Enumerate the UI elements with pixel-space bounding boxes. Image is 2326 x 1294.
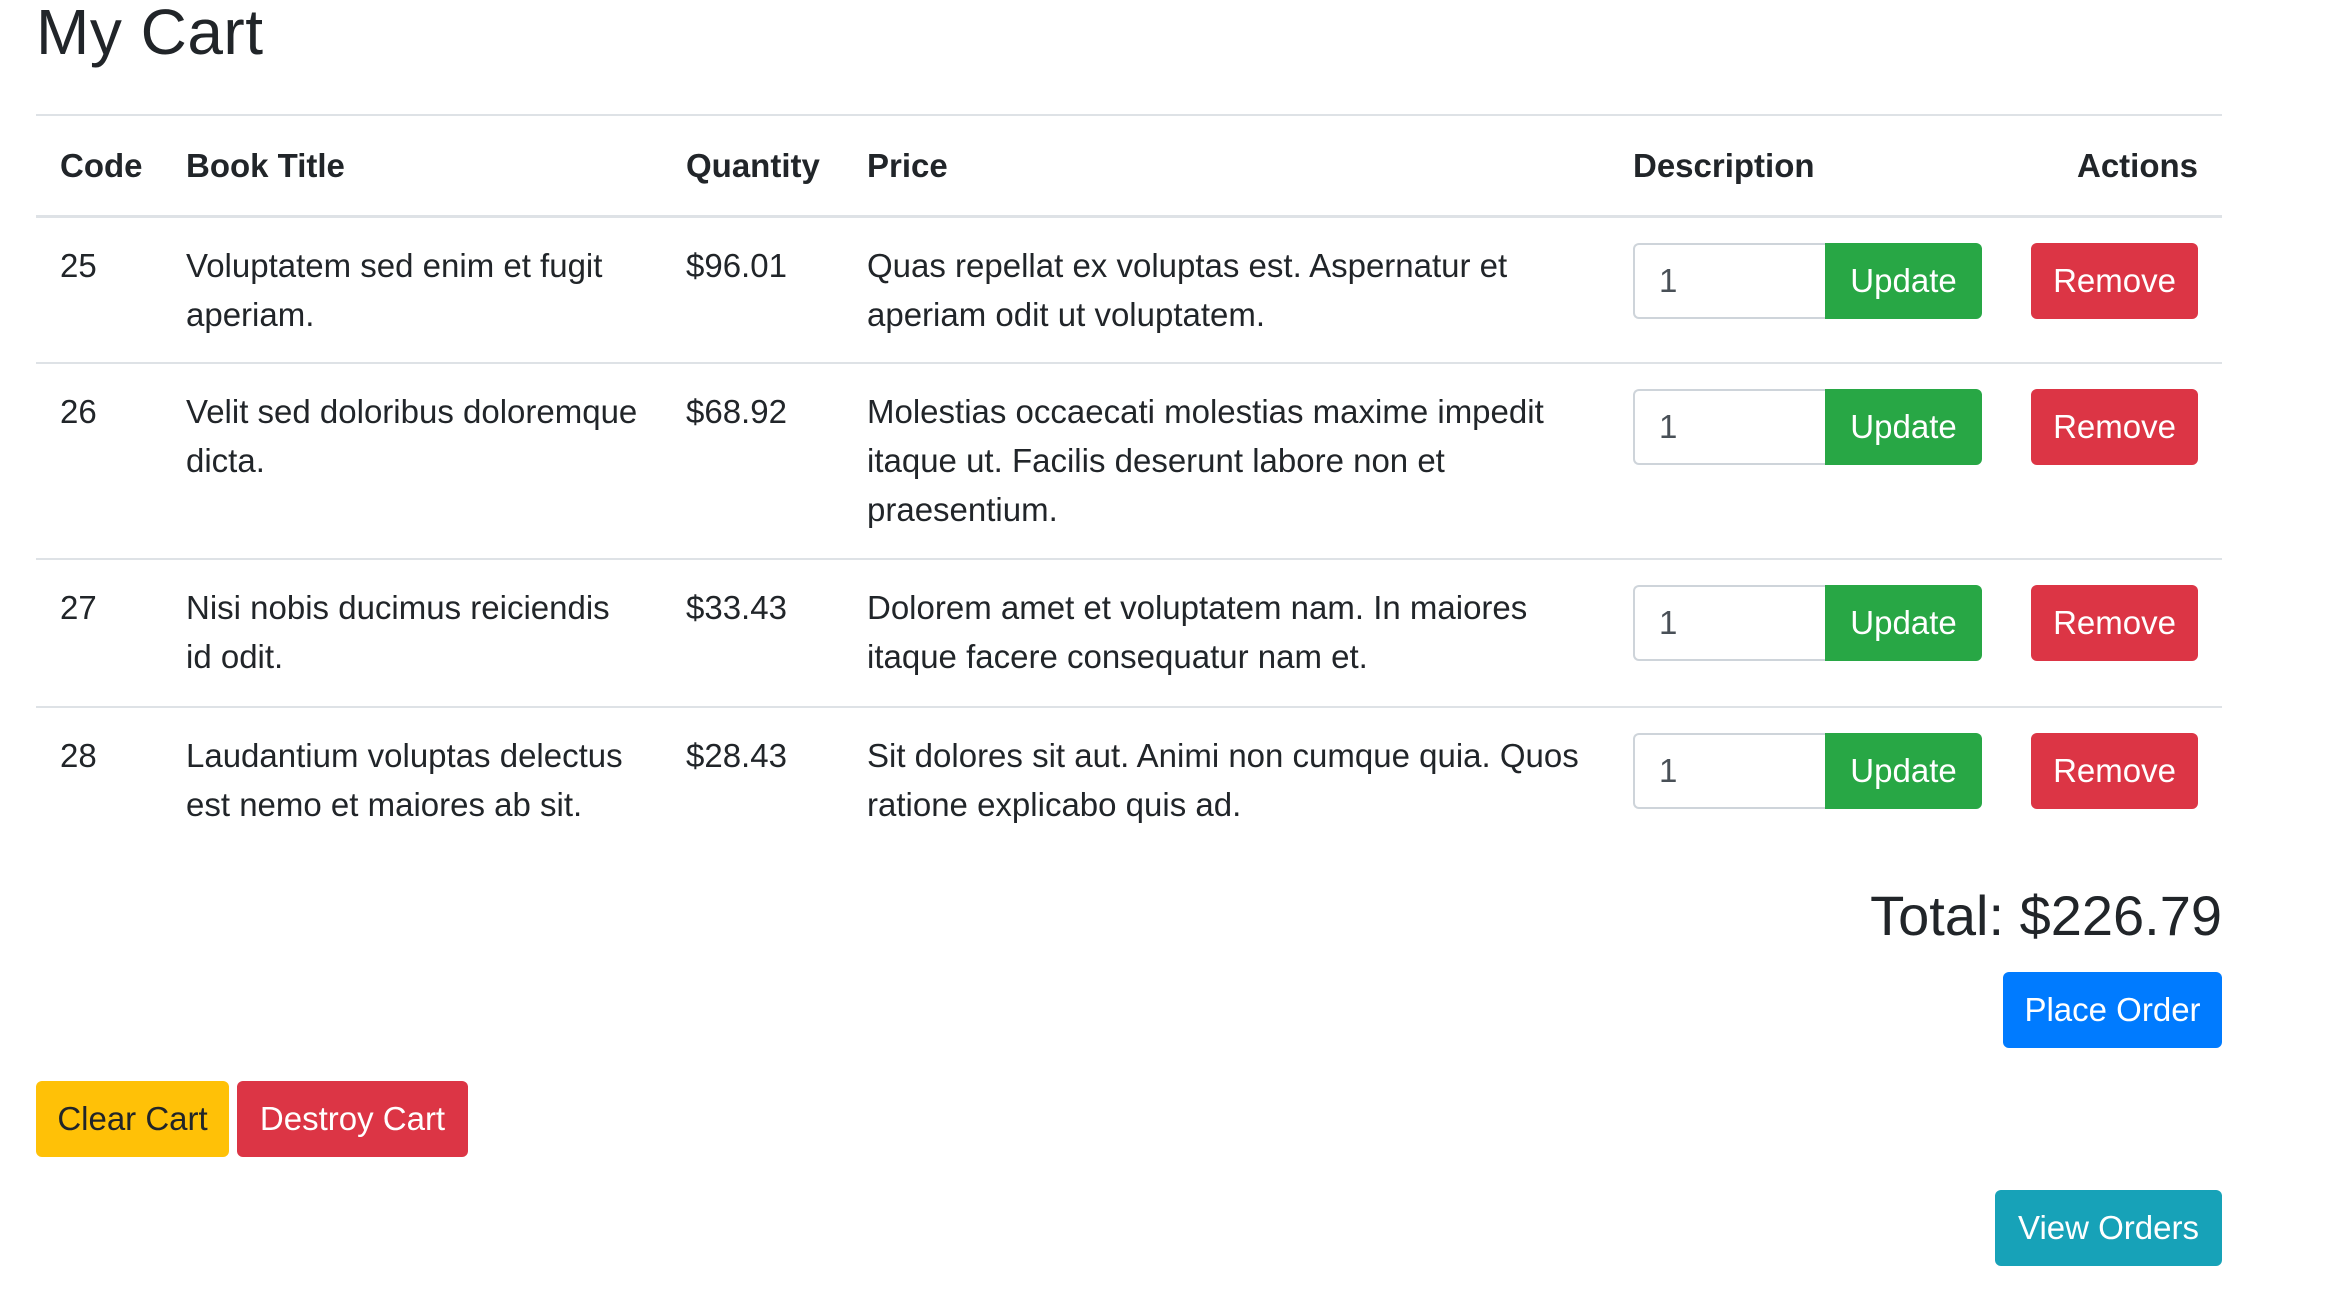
table-row: 28 Laudantium voluptas delectus est nemo… bbox=[36, 707, 2222, 857]
cell-code: 26 bbox=[60, 393, 97, 430]
remove-button[interactable]: Remove bbox=[2031, 389, 2198, 465]
quantity-input-group: Update bbox=[1633, 242, 1982, 319]
cell-controls: Update Remove bbox=[1609, 559, 2222, 707]
quantity-field[interactable] bbox=[1633, 733, 1825, 809]
row-controls: Update Remove bbox=[1633, 387, 2198, 465]
remove-button[interactable]: Remove bbox=[2031, 733, 2198, 809]
quantity-input-group: Update bbox=[1633, 733, 1982, 809]
cart-table-body: 25 Voluptatem sed enim et fugit aperiam.… bbox=[36, 216, 2222, 857]
quantity-input-group: Update bbox=[1633, 585, 1982, 661]
cell-book-title: Nisi nobis ducimus reiciendis id odit. bbox=[186, 589, 610, 675]
quantity-field[interactable] bbox=[1633, 389, 1825, 465]
cell-price: Sit dolores sit aut. Animi non cumque qu… bbox=[867, 737, 1579, 823]
cell-price: Quas repellat ex voluptas est. Aspernatu… bbox=[867, 246, 1508, 333]
cell-controls: Update Remove bbox=[1609, 363, 2222, 559]
table-row: 25 Voluptatem sed enim et fugit aperiam.… bbox=[36, 216, 2222, 363]
clear-cart-button[interactable]: Clear Cart bbox=[36, 1081, 229, 1157]
cell-controls: Update Remove bbox=[1609, 216, 2222, 363]
cell-book-title: Laudantium voluptas delectus est nemo et… bbox=[186, 737, 623, 823]
table-row: 26 Velit sed doloribus doloremque dicta.… bbox=[36, 363, 2222, 559]
column-header-description-actions: Description Actions bbox=[1609, 115, 2222, 216]
destroy-cart-button[interactable]: Destroy Cart bbox=[237, 1081, 468, 1157]
remove-button[interactable]: Remove bbox=[2031, 585, 2198, 661]
quantity-input-group: Update bbox=[1633, 389, 1982, 465]
column-header-actions: Actions bbox=[2076, 146, 2198, 184]
table-row: 27 Nisi nobis ducimus reiciendis id odit… bbox=[36, 559, 2222, 707]
remove-button[interactable]: Remove bbox=[2031, 242, 2198, 319]
header-description-actions-wrap: Description Actions bbox=[1633, 141, 2198, 190]
cell-price: Dolorem amet et voluptatem nam. In maior… bbox=[867, 589, 1528, 675]
cell-quantity: $68.92 bbox=[686, 393, 787, 430]
cell-code: 25 bbox=[60, 246, 97, 284]
place-order-button[interactable]: Place Order bbox=[2003, 972, 2222, 1048]
row-controls: Update Remove bbox=[1633, 731, 2198, 809]
cell-quantity: $33.43 bbox=[686, 589, 787, 626]
row-controls: Update Remove bbox=[1633, 583, 2198, 661]
update-button[interactable]: Update bbox=[1825, 733, 1982, 809]
column-header-book-title: Book Title bbox=[186, 146, 345, 184]
cell-book-title: Voluptatem sed enim et fugit aperiam. bbox=[186, 246, 603, 333]
update-button[interactable]: Update bbox=[1825, 242, 1982, 319]
header-row: Code Book Title Quantity Price Descripti… bbox=[36, 115, 2222, 216]
cell-price: Molestias occaecati molestias maxime imp… bbox=[867, 393, 1544, 528]
update-button[interactable]: Update bbox=[1825, 585, 1982, 661]
cart-table-header: Code Book Title Quantity Price Descripti… bbox=[36, 115, 2222, 216]
quantity-field[interactable] bbox=[1633, 242, 1825, 319]
cell-quantity: $96.01 bbox=[686, 246, 787, 284]
row-controls: Update Remove bbox=[1633, 241, 2198, 319]
page-title: My Cart bbox=[36, 0, 264, 68]
cell-code: 27 bbox=[60, 589, 97, 626]
cart-total: Total: $226.79 bbox=[1870, 884, 2222, 947]
column-header-code: Code bbox=[60, 146, 143, 184]
cell-code: 28 bbox=[60, 737, 97, 774]
update-button[interactable]: Update bbox=[1825, 389, 1982, 465]
cell-book-title: Velit sed doloribus doloremque dicta. bbox=[186, 393, 638, 479]
view-orders-button[interactable]: View Orders bbox=[1995, 1190, 2222, 1266]
cart-table: Code Book Title Quantity Price Descripti… bbox=[36, 114, 2222, 857]
cell-controls: Update Remove bbox=[1609, 707, 2222, 857]
cart-management-actions: Clear Cart Destroy Cart bbox=[36, 1081, 468, 1157]
column-header-description: Description bbox=[1633, 146, 1815, 184]
column-header-quantity: Quantity bbox=[686, 146, 820, 184]
column-header-price: Price bbox=[867, 146, 948, 184]
cell-quantity: $28.43 bbox=[686, 737, 787, 774]
quantity-field[interactable] bbox=[1633, 585, 1825, 661]
